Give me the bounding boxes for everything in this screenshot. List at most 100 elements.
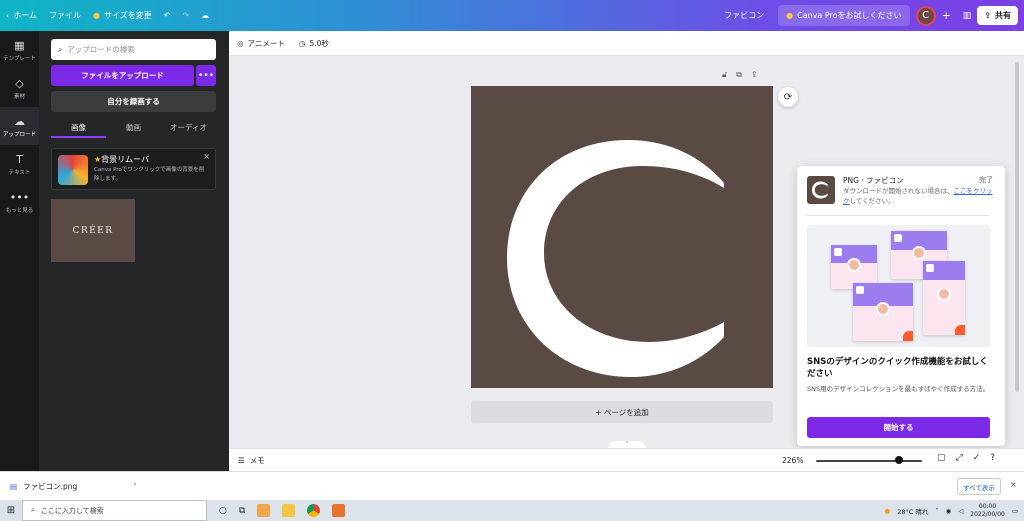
share-button[interactable]: ⇪ 共有 xyxy=(977,6,1018,25)
search-input[interactable]: ⌕ アップロードの検索 xyxy=(51,39,216,60)
design-name[interactable]: ファビコン xyxy=(724,10,764,21)
page-count-icon[interactable]: ▢ xyxy=(937,453,946,463)
task-view-icon[interactable]: ⧉ xyxy=(239,506,245,516)
add-page-icon[interactable]: ⇪ xyxy=(751,70,758,80)
vertical-scrollbar[interactable] xyxy=(1014,62,1020,442)
resize-button[interactable]: ● サイズを変更 xyxy=(87,0,158,31)
scrollbar-thumb[interactable] xyxy=(1015,62,1019,392)
cortana-icon[interactable]: ○ xyxy=(219,506,227,516)
notes-button[interactable]: ☰ メモ xyxy=(229,455,265,466)
bottom-icons: ▢ ⤢ ✓ ? xyxy=(937,453,995,463)
popup-heading: SNSのデザインのクイック作成機能をお試しください xyxy=(807,357,988,379)
browser-download-bar: ▤ ファビコン.png ˄ すべて表示 × xyxy=(0,471,1024,500)
get-started-button[interactable]: 開始する xyxy=(807,417,990,438)
show-all-button[interactable]: すべて表示 xyxy=(957,478,1001,495)
done-button[interactable]: 完了 xyxy=(979,175,993,185)
plus-icon[interactable]: + xyxy=(942,9,951,22)
popup-desc-suffix: してください。 xyxy=(849,197,895,205)
file-thumbnail xyxy=(807,176,835,204)
refresh-icon[interactable]: ⟳ xyxy=(778,87,798,107)
cloud-save-status[interactable]: ☁ xyxy=(195,0,215,31)
logo-letter-graphic xyxy=(507,140,724,377)
volume-icon[interactable]: ◁ xyxy=(958,507,963,515)
zoom-slider[interactable] xyxy=(816,460,922,462)
close-icon[interactable]: × xyxy=(1010,480,1017,489)
taskbar-search-placeholder: ここに入力して検索 xyxy=(40,506,104,515)
close-icon[interactable]: × xyxy=(203,152,210,161)
weather-icon: ● xyxy=(884,506,891,515)
sidebar-item-label: もっと見る xyxy=(5,207,34,214)
cloud-icon: ☁ xyxy=(201,11,210,20)
windows-start-icon[interactable]: ⊞ xyxy=(0,505,22,516)
logo-letter-graphic xyxy=(812,181,828,199)
chevron-left-icon: ‹ xyxy=(6,11,10,20)
help-icon[interactable]: ? xyxy=(990,453,995,463)
weather-text[interactable]: 28°C 晴れ xyxy=(897,506,928,516)
file-explorer-icon[interactable] xyxy=(282,504,296,517)
photos-app-icon[interactable] xyxy=(257,504,271,517)
stats-icon[interactable]: ▥ xyxy=(963,11,972,21)
taskbar-search-input[interactable]: ⌕ ここに入力して検索 xyxy=(22,500,207,521)
redo-button[interactable]: ↷ xyxy=(176,0,195,31)
undo-button[interactable]: ↶ xyxy=(158,0,177,31)
notification-icon[interactable]: ▭ xyxy=(1012,507,1018,515)
resize-label: サイズを変更 xyxy=(103,11,152,20)
tab-videos[interactable]: 動画 xyxy=(106,120,161,138)
tab-images[interactable]: 画像 xyxy=(51,120,106,138)
sidebar-item-templates[interactable]: ▦ テンプレート xyxy=(0,31,39,69)
zoom-slider-handle[interactable] xyxy=(894,456,903,464)
lock-icon[interactable]: 🔓︎ xyxy=(722,70,727,80)
home-label: ホーム xyxy=(13,11,37,20)
sidebar-item-more[interactable]: ••• もっと見る xyxy=(0,183,39,221)
download-popup: PNG · ファビコン 完了 ダウンロードが開始されない場合は、ここをクリックし… xyxy=(797,166,1005,446)
preview-card xyxy=(853,283,913,341)
search-icon: ⌕ xyxy=(31,506,35,514)
home-button[interactable]: ‹ ホーム xyxy=(0,0,43,31)
try-pro-button[interactable]: ● Canva Proをお試しください xyxy=(778,5,910,26)
fullscreen-icon[interactable]: ⤢ xyxy=(956,453,963,463)
animate-icon: ◎ xyxy=(237,38,244,48)
check-icon[interactable]: ✓ xyxy=(973,453,981,463)
sns-preview-image xyxy=(807,225,990,347)
duration-button[interactable]: ◷ 5.0秒 xyxy=(299,38,329,49)
canva-editor-window: ‹ ホーム ファイル ● サイズを変更 ↶ ↷ ☁ ファビコン ● Canva … xyxy=(0,0,1024,521)
record-yourself-button[interactable]: 自分を録画する xyxy=(51,91,216,112)
promo-title-text: 背景リムーバ xyxy=(101,155,150,164)
crown-icon: ● xyxy=(786,11,794,20)
preview-card xyxy=(923,261,965,335)
clock-icon: ◷ xyxy=(298,38,306,48)
sidebar-item-text[interactable]: T テキスト xyxy=(0,145,39,183)
avatar[interactable]: C xyxy=(915,5,936,26)
left-sidebar: ▦ テンプレート ◇ 素材 ☁ アップロード T テキスト ••• もっと見る xyxy=(0,31,39,471)
media-tabs: 画像 動画 オーディオ xyxy=(51,120,216,138)
chrome-icon[interactable] xyxy=(307,504,321,517)
clock[interactable]: 00:00 2022/00/00 xyxy=(970,503,1005,519)
upload-file-button[interactable]: ファイルをアップロード xyxy=(51,65,194,86)
zoom-level[interactable]: 226% xyxy=(782,456,803,465)
chevron-up-icon: ˄ xyxy=(625,441,629,448)
duration-label: 5.0秒 xyxy=(309,38,329,48)
background-remover-promo[interactable]: ★背景リムーバ Canva Proでワンクリックで画像の背景を削除します。 × xyxy=(51,148,216,190)
undo-icon: ↶ xyxy=(163,11,171,20)
duplicate-icon[interactable]: ⧉ xyxy=(736,70,742,80)
chevron-up-icon[interactable]: ˄ xyxy=(133,483,137,491)
promo-title: ★背景リムーバ xyxy=(94,154,149,165)
media-app-icon[interactable] xyxy=(332,504,346,517)
sidebar-item-elements[interactable]: ◇ 素材 xyxy=(0,69,39,107)
search-placeholder: アップロードの検索 xyxy=(67,45,135,54)
downloaded-file-name: ファビコン.png xyxy=(23,482,78,491)
network-icon[interactable]: ◉ xyxy=(946,507,952,515)
upload-more-button[interactable]: ••• xyxy=(196,65,216,86)
elements-icon: ◇ xyxy=(15,76,24,90)
popup-description: ダウンロードが開始されない場合は、ここをクリックしてください。 xyxy=(843,186,995,206)
animate-button[interactable]: ◎ アニメート xyxy=(237,38,285,49)
tab-audio[interactable]: オーディオ xyxy=(161,120,216,138)
file-menu[interactable]: ファイル xyxy=(43,0,87,31)
add-page-button[interactable]: + ページを追加 xyxy=(471,401,773,423)
design-page[interactable] xyxy=(471,86,773,388)
tray-chevron-icon[interactable]: ˄ xyxy=(935,507,938,515)
uploaded-image[interactable]: CRÉER xyxy=(51,199,135,262)
search-icon: ⌕ xyxy=(58,44,63,54)
sidebar-item-uploads[interactable]: ☁ アップロード xyxy=(0,107,39,145)
downloaded-file-item[interactable]: ▤ ファビコン.png ˄ xyxy=(10,481,137,492)
